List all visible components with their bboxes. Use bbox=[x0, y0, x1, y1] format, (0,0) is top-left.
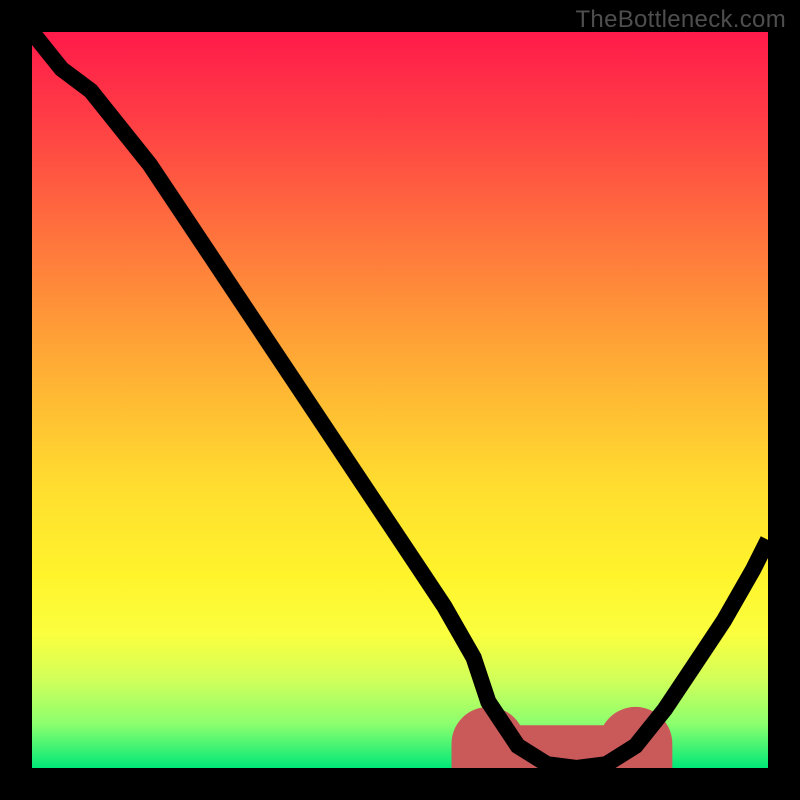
watermark-text: TheBottleneck.com bbox=[575, 6, 786, 34]
bottleneck-curve bbox=[32, 32, 768, 768]
chart-svg bbox=[32, 32, 768, 768]
chart-plot-area bbox=[32, 32, 768, 768]
